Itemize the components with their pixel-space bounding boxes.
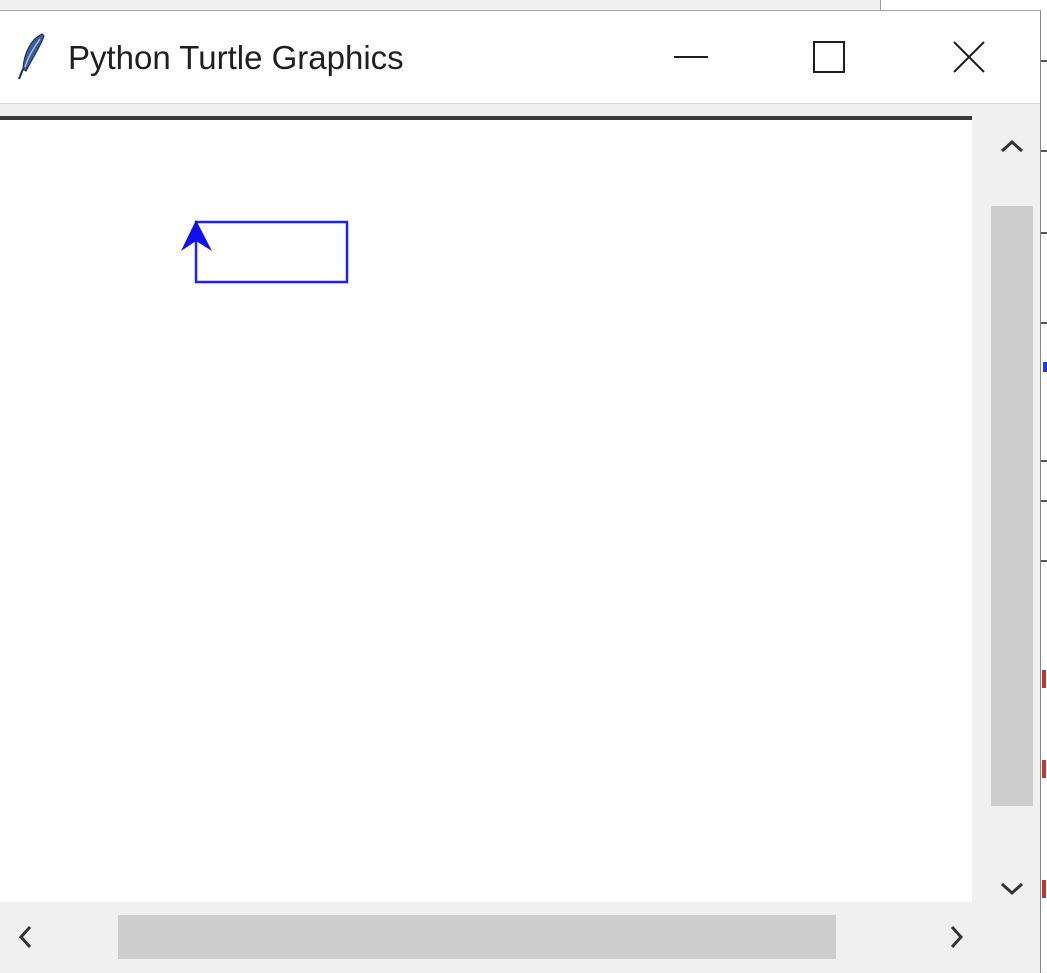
chevron-right-icon [950,925,964,949]
turtle-window: Python Turtle Graphics [0,10,1041,973]
chevron-left-icon [18,925,32,949]
background-mark [1042,760,1046,778]
window-title: Python Turtle Graphics [68,39,404,76]
chevron-up-icon [1000,139,1024,153]
scroll-right-button[interactable] [932,911,982,963]
maximize-button[interactable] [760,11,898,103]
background-mark [1042,670,1046,688]
turtle-canvas[interactable] [0,116,972,902]
scroll-up-button[interactable] [988,121,1036,171]
scrollbar-corner [988,911,1040,963]
scroll-down-button[interactable] [988,864,1036,914]
vertical-scrollbar[interactable] [988,116,1036,916]
vertical-scroll-thumb[interactable] [991,206,1033,806]
chevron-down-icon [1000,882,1024,896]
minimize-button[interactable] [622,11,760,103]
close-button[interactable] [900,11,1038,103]
horizontal-scrollbar[interactable] [0,911,988,963]
title-bar[interactable]: Python Turtle Graphics [0,11,1040,104]
close-icon [953,41,985,73]
feather-icon [16,31,50,81]
scroll-left-button[interactable] [0,911,50,963]
drawn-rectangle [194,220,349,284]
background-mark [1042,880,1046,898]
maximize-icon [813,41,845,73]
background-mark [1043,362,1047,372]
horizontal-scroll-thumb[interactable] [118,915,836,959]
minimize-icon [674,56,708,58]
